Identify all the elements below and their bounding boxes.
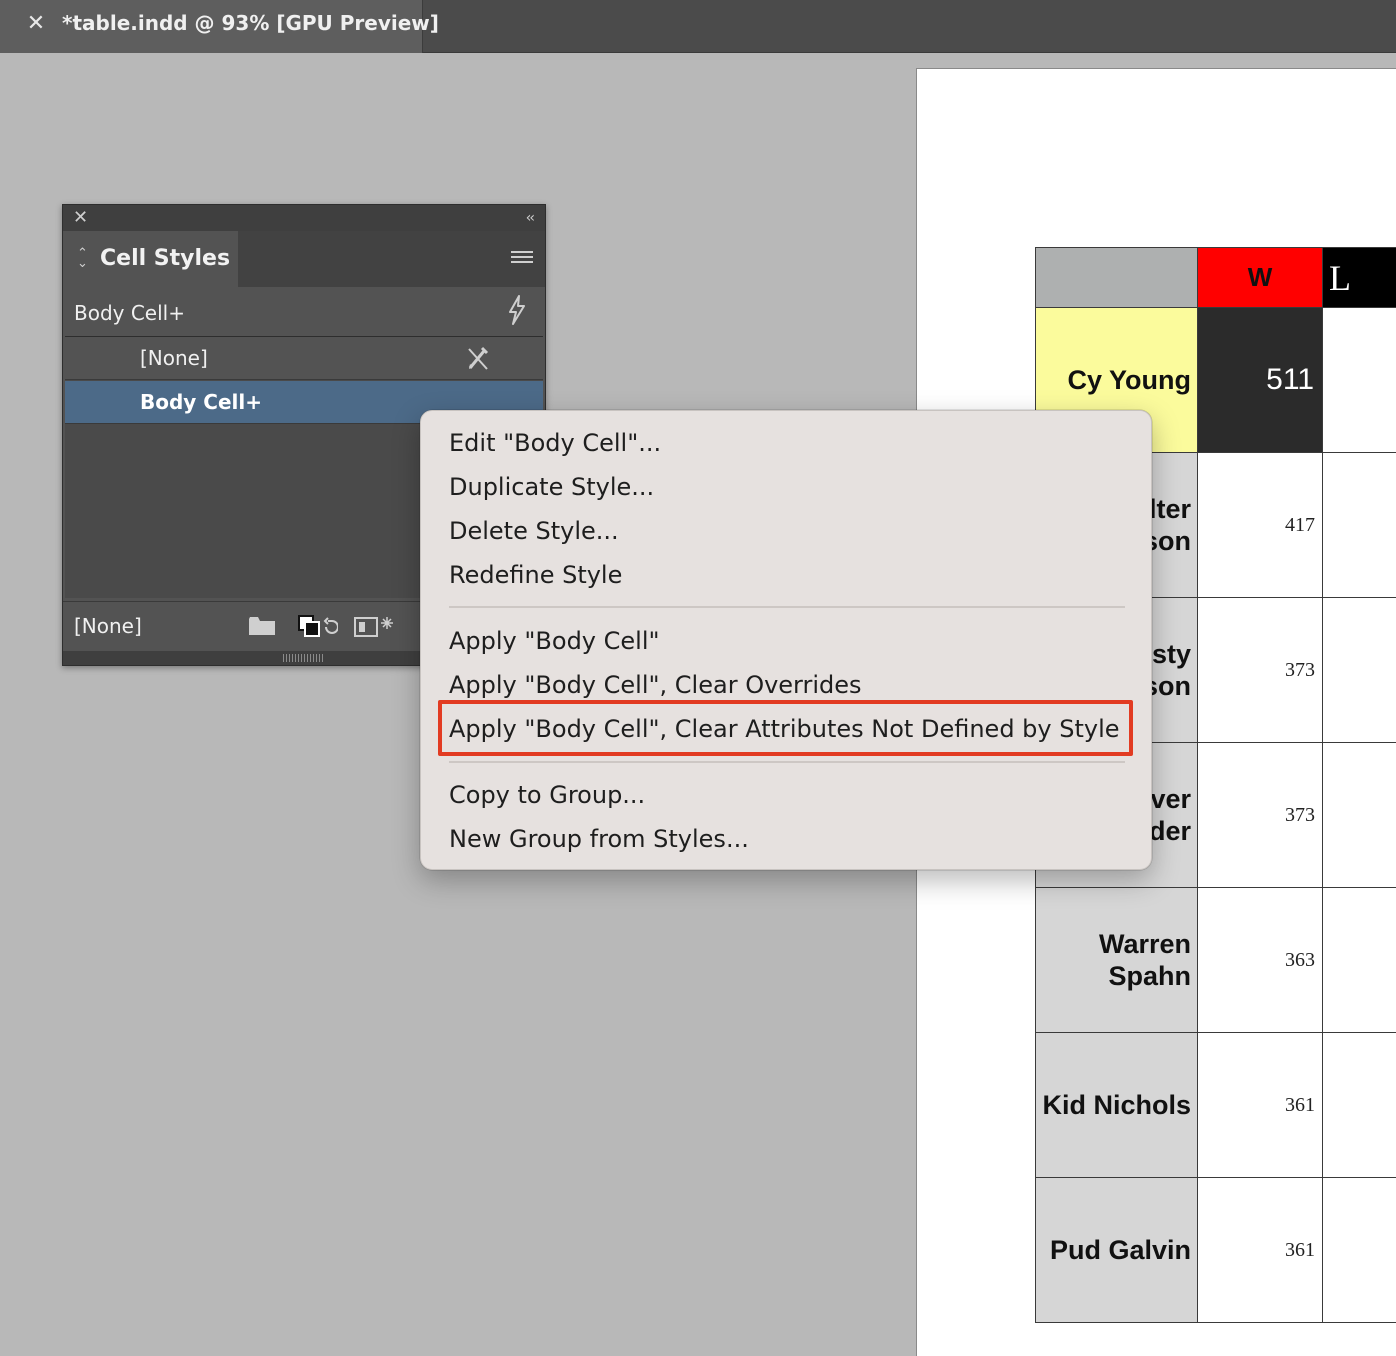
table-header-l[interactable]: L	[1322, 247, 1396, 308]
table-cell-wins[interactable]: 511	[1197, 307, 1323, 453]
updown-chevron-icon: ⌃ ⌄	[77, 246, 88, 271]
style-name: [None]	[140, 346, 208, 370]
table-cell-wins[interactable]: 373	[1197, 742, 1323, 888]
menu-item-new-group-from-styles[interactable]: New Group from Styles...	[449, 825, 749, 853]
close-tab-icon[interactable]: ✕	[24, 12, 48, 36]
table-cell-wins[interactable]: 417	[1197, 452, 1323, 598]
table-cell-wins[interactable]: 363	[1197, 887, 1323, 1033]
table-cell-losses[interactable]	[1322, 307, 1396, 453]
table-cell-wins[interactable]: 361	[1197, 1177, 1323, 1323]
table-cell-losses[interactable]	[1322, 1032, 1396, 1178]
menu-item-apply-clear-attributes[interactable]: Apply "Body Cell", Clear Attributes Not …	[449, 715, 1120, 743]
no-edit-pencil-icon	[465, 343, 491, 373]
default-style-label: [None]	[74, 614, 142, 638]
close-panel-icon[interactable]: ✕	[73, 208, 88, 228]
panel-tab-label: Cell Styles	[100, 246, 231, 271]
panel-title-bar[interactable]: ✕ ‹‹	[63, 205, 545, 231]
panel-tab-strip: ⌃ ⌄ Cell Styles	[63, 231, 545, 287]
style-name: Body Cell+	[140, 390, 263, 414]
menu-separator	[449, 761, 1125, 763]
document-tab[interactable]: ✕ *table.indd @ 93% [GPU Preview]	[0, 0, 439, 53]
table-cell-losses[interactable]	[1322, 887, 1396, 1033]
table-cell-wins[interactable]: 373	[1197, 597, 1323, 743]
collapse-panel-icon[interactable]: ‹‹	[526, 208, 535, 228]
table-cell-name[interactable]: Warren Spahn	[1035, 887, 1198, 1033]
table-cell-losses[interactable]	[1322, 742, 1396, 888]
table-cell-name[interactable]: Pud Galvin	[1035, 1177, 1198, 1323]
table-header-w[interactable]: W	[1197, 247, 1323, 308]
document-tab-title: *table.indd @ 93% [GPU Preview]	[62, 11, 439, 35]
list-item-none-style[interactable]: [None]	[65, 337, 543, 380]
menu-item-duplicate-style[interactable]: Duplicate Style...	[449, 473, 654, 501]
table-cell-losses[interactable]	[1322, 597, 1396, 743]
table-cell-losses[interactable]	[1322, 452, 1396, 598]
new-style-icon[interactable]	[353, 615, 395, 643]
folder-icon[interactable]	[248, 615, 276, 641]
style-context-menu: Edit "Body Cell"... Duplicate Style... D…	[420, 410, 1152, 870]
menu-item-redefine-style[interactable]: Redefine Style	[449, 561, 622, 589]
menu-item-edit-style[interactable]: Edit "Body Cell"...	[449, 429, 661, 457]
quick-apply-icon[interactable]	[507, 295, 527, 332]
clear-overrides-icon[interactable]	[298, 615, 339, 643]
table-cell-losses[interactable]	[1322, 1177, 1396, 1323]
table-header-corner[interactable]	[1035, 247, 1198, 308]
menu-separator	[449, 606, 1125, 608]
menu-item-delete-style[interactable]: Delete Style...	[449, 517, 619, 545]
table-cell-name[interactable]: Kid Nichols	[1035, 1032, 1198, 1178]
tab-cell-styles[interactable]: ⌃ ⌄ Cell Styles	[63, 231, 238, 287]
table-cell-wins[interactable]: 361	[1197, 1032, 1323, 1178]
document-tab-bar: ✕ *table.indd @ 93% [GPU Preview]	[0, 0, 1396, 53]
menu-item-copy-to-group[interactable]: Copy to Group...	[449, 781, 645, 809]
current-style-label: Body Cell+	[74, 301, 185, 325]
menu-item-apply-style[interactable]: Apply "Body Cell"	[449, 627, 660, 655]
menu-item-apply-clear-overrides[interactable]: Apply "Body Cell", Clear Overrides	[449, 671, 862, 699]
panel-menu-icon[interactable]	[511, 251, 533, 267]
